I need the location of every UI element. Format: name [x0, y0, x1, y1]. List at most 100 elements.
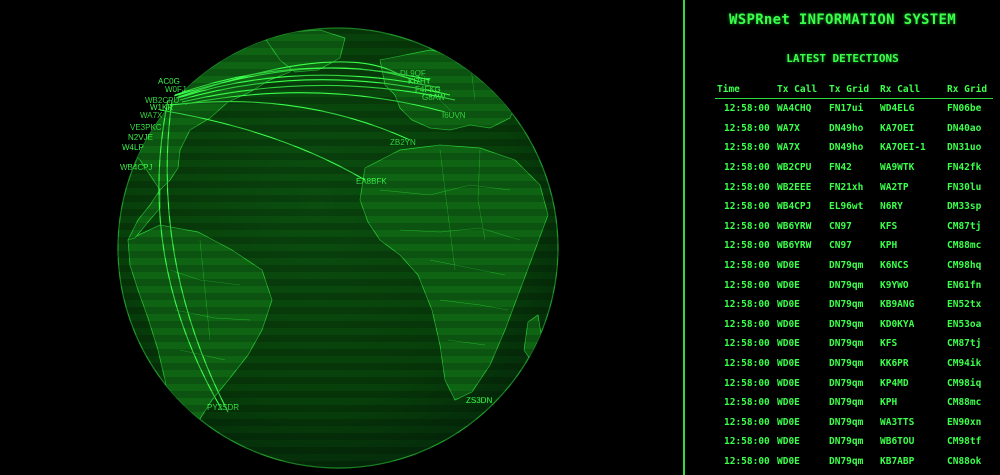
- station-label: I6UVN: [442, 111, 466, 120]
- table-cell: FN42: [829, 162, 852, 174]
- table-cell: 12:58:00: [724, 416, 770, 428]
- station-label: ZB2YN: [390, 138, 416, 147]
- station-label: W0FJ: [165, 85, 186, 94]
- section-title: LATEST DETECTIONS: [786, 52, 899, 65]
- table-cell: 12:58:00: [724, 181, 770, 193]
- table-cell: 12:58:00: [724, 201, 770, 213]
- table-cell: EL96wt: [829, 201, 864, 213]
- station-label: W1KR: [150, 103, 173, 112]
- table-cell: KA7OEI: [880, 122, 915, 134]
- station-label: W4LP: [122, 143, 144, 152]
- table-cell: KK6PR: [880, 358, 909, 370]
- table-cell: DN79qm: [829, 299, 864, 311]
- table-row[interactable]: 12:58:00 WA7X DN49ho KA7OEI DN40ao: [715, 119, 993, 139]
- table-cell: WA3TTS: [880, 416, 915, 428]
- globe-panel[interactable]: WB4CPJ ZB2YN EA8BFK PY2SDR ZS3DN I6UVN W…: [0, 0, 683, 475]
- table-row[interactable]: 12:58:00 WD0E DN79qm KB9ANG EN52tx: [715, 295, 993, 315]
- table-header-row: Time Tx Call Tx Grid Rx Call Rx Grid: [715, 82, 993, 99]
- table-cell: CN97: [829, 220, 852, 232]
- table-cell: DN79qm: [829, 397, 864, 409]
- table-cell: N6RY: [880, 201, 903, 213]
- table-row[interactable]: 12:58:00 WD0E DN79qm WB6TOU CM98tf: [715, 432, 993, 452]
- table-row[interactable]: 12:58:00 WD0E DN79qm KB7ABP CN88ok: [715, 452, 993, 472]
- table-cell: DN79qm: [829, 279, 864, 291]
- system-title: WSPRnet INFORMATION SYSTEM: [729, 12, 956, 28]
- table-row[interactable]: 12:58:00 WB6YRW CN97 KPH CM88mc: [715, 236, 993, 256]
- column-header-rx-grid[interactable]: Rx Grid: [945, 82, 993, 99]
- table-row[interactable]: 12:58:00 WD0E DN79qm K6NCS CM98hq: [715, 256, 993, 276]
- table-cell: WD0E: [777, 299, 800, 311]
- table-row[interactable]: 12:58:00 WD0E DN79qm KP4MD CM98iq: [715, 373, 993, 393]
- station-label: VE3PKC: [130, 123, 162, 132]
- table-row[interactable]: 12:58:00 WA4CHQ FN17ui WD4ELG FN06be: [715, 99, 993, 119]
- table-cell: WA7X: [777, 122, 800, 134]
- table-cell: FN42fk: [947, 162, 982, 174]
- table-cell: CM87tj: [947, 338, 982, 350]
- table-cell: 12:58:00: [724, 162, 770, 174]
- table-row[interactable]: 12:58:00 WB2EEE FN21xh WA2TP FN30lu: [715, 177, 993, 197]
- table-cell: EN90xn: [947, 416, 982, 428]
- column-header-time[interactable]: Time: [715, 82, 775, 99]
- table-cell: DN79qm: [829, 260, 864, 272]
- table-cell: FN06be: [947, 103, 982, 115]
- table-row[interactable]: 12:58:00 WD0E DN79qm KPH CM88mc: [715, 393, 993, 413]
- table-cell: KP4MD: [880, 377, 909, 389]
- table-cell: CM94ik: [947, 358, 982, 370]
- table-cell: KD0KYA: [880, 318, 915, 330]
- table-row[interactable]: 12:58:00 WA7X DN49ho KA7OEI-1 DN31uo: [715, 138, 993, 158]
- table-cell: CM88mc: [947, 397, 982, 409]
- column-header-tx-call[interactable]: Tx Call: [775, 82, 827, 99]
- table-cell: DN79qm: [829, 436, 864, 448]
- table-cell: CN97: [829, 240, 852, 252]
- table-cell: CM87tj: [947, 220, 982, 232]
- table-row[interactable]: 12:58:00 WB4CPJ EL96wt N6RY DM33sp: [715, 197, 993, 217]
- table-cell: CM88mc: [947, 240, 982, 252]
- table-cell: 12:58:00: [724, 103, 770, 115]
- table-cell: WD0E: [777, 358, 800, 370]
- table-cell: 12:58:00: [724, 358, 770, 370]
- table-row[interactable]: 12:58:00 WD0E DN79qm KD0KYA EN53oa: [715, 315, 993, 335]
- table-cell: WD4ELG: [880, 103, 915, 115]
- table-row[interactable]: 12:58:00 WD0E DN79qm KK6PR CM94ik: [715, 354, 993, 374]
- table-cell: CM98iq: [947, 377, 982, 389]
- station-label: N2VJE: [128, 133, 153, 142]
- table-row[interactable]: 12:58:00 WB2CPU FN42 WA9WTK FN42fk: [715, 158, 993, 178]
- table-cell: KPH: [880, 397, 898, 409]
- table-cell: DN40ao: [947, 122, 982, 134]
- table-cell: WD0E: [777, 377, 800, 389]
- table-cell: WD0E: [777, 455, 800, 467]
- table-cell: WD0E: [777, 397, 800, 409]
- table-row[interactable]: 12:58:00 WD0E DN79qm K9YWO EN61fn: [715, 275, 993, 295]
- table-cell: KFS: [880, 220, 898, 232]
- table-cell: 12:58:00: [724, 142, 770, 154]
- table-cell: WD0E: [777, 318, 800, 330]
- table-cell: K9YWO: [880, 279, 909, 291]
- table-cell: DN79qm: [829, 358, 864, 370]
- table-row[interactable]: 12:58:00 WB6YRW CN97 KFS CM87tj: [715, 217, 993, 237]
- table-cell: DN79qm: [829, 377, 864, 389]
- table-cell: KPH: [880, 240, 898, 252]
- globe-map[interactable]: WB4CPJ ZB2YN EA8BFK PY2SDR ZS3DN I6UVN W…: [0, 0, 683, 475]
- table-cell: KB9ANG: [880, 299, 915, 311]
- table-cell: WB4CPJ: [777, 201, 812, 213]
- table-cell: 12:58:00: [724, 436, 770, 448]
- table-cell: KB7ABP: [880, 455, 915, 467]
- table-cell: WA7X: [777, 142, 800, 154]
- table-cell: KFS: [880, 338, 898, 350]
- station-label: ZS3DN: [466, 396, 492, 405]
- station-label: WB4CPJ: [120, 163, 152, 172]
- table-cell: WB2CPU: [777, 162, 812, 174]
- table-cell: DN79qm: [829, 338, 864, 350]
- table-cell: WB6YRW: [777, 240, 812, 252]
- table-cell: KA7OEI-1: [880, 142, 926, 154]
- table-row[interactable]: 12:58:00 WD0E DN79qm KFS CM87tj: [715, 334, 993, 354]
- table-cell: WD0E: [777, 260, 800, 272]
- column-header-rx-call[interactable]: Rx Call: [878, 82, 945, 99]
- table-cell: DN31uo: [947, 142, 982, 154]
- table-cell: WA2TP: [880, 181, 909, 193]
- table-cell: DN79qm: [829, 318, 864, 330]
- column-header-tx-grid[interactable]: Tx Grid: [827, 82, 878, 99]
- table-row[interactable]: 12:58:00 WD0E DN79qm WA3TTS EN90xn: [715, 413, 993, 433]
- table-cell: 12:58:00: [724, 299, 770, 311]
- table-cell: 12:58:00: [724, 240, 770, 252]
